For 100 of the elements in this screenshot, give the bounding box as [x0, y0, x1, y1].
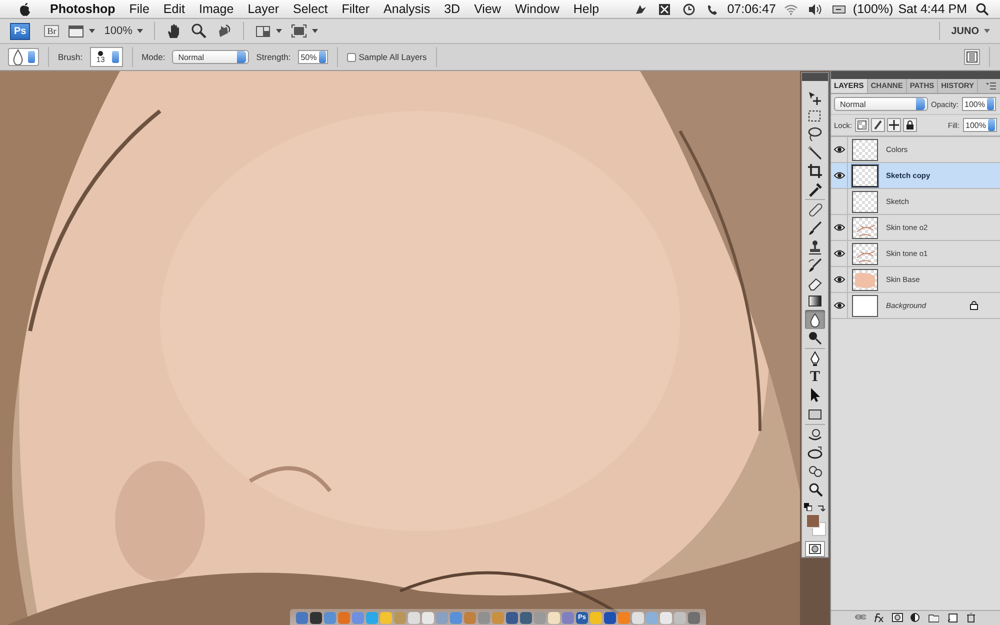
lock-transparency-icon: [856, 120, 867, 130]
panel-menu-icon[interactable]: [986, 82, 996, 90]
menu-item[interactable]: Analysis: [376, 2, 438, 16]
lock-pixels-button[interactable]: [870, 118, 885, 132]
lock-transparency-button[interactable]: [854, 118, 869, 132]
new-layer-icon[interactable]: [946, 613, 958, 623]
default-colors-icon[interactable]: [804, 502, 812, 511]
menu-item[interactable]: Help: [566, 2, 606, 16]
adjustment-icon[interactable]: [910, 613, 921, 623]
visibility-toggle[interactable]: [831, 215, 848, 240]
rotate-icon[interactable]: [216, 23, 232, 39]
clock-icon[interactable]: [682, 2, 696, 16]
mask-icon[interactable]: [892, 613, 903, 623]
menu-item[interactable]: Photoshop: [36, 2, 122, 16]
opacity-field[interactable]: 100%: [962, 97, 996, 111]
box-icon[interactable]: [658, 2, 672, 16]
view-extras-button[interactable]: [68, 24, 96, 38]
screen-mode-icon: [291, 24, 308, 38]
lock-position-button[interactable]: [886, 118, 901, 132]
layer-thumbnail: [852, 190, 878, 212]
tool-button[interactable]: [805, 310, 825, 329]
visibility-toggle[interactable]: [831, 293, 848, 318]
menu-item[interactable]: Filter: [334, 2, 377, 16]
lock-position-icon: [888, 120, 899, 130]
caret-icon: [312, 29, 318, 33]
app-icon[interactable]: [310, 612, 322, 624]
wifi-icon[interactable]: [784, 2, 798, 16]
screen-mode-button[interactable]: [291, 24, 318, 38]
visibility-toggle[interactable]: [831, 163, 848, 188]
search-icon[interactable]: [975, 2, 989, 16]
status-text[interactable]: Sat 4:44 PM: [896, 2, 970, 16]
menu-item[interactable]: Select: [286, 2, 335, 16]
foreground-color-swatch[interactable]: [806, 514, 820, 528]
menu-item[interactable]: Window: [508, 2, 566, 16]
marquee-icon: [807, 108, 823, 124]
visibility-toggle[interactable]: [831, 241, 848, 266]
tool-preset-picker[interactable]: [8, 48, 39, 66]
checkbox[interactable]: [346, 52, 356, 62]
volume-icon[interactable]: [808, 2, 822, 16]
eye-icon: [834, 146, 844, 153]
mask-icon: [809, 544, 821, 554]
stamp-icon: [807, 238, 823, 255]
photoshop-button[interactable]: Ps: [10, 22, 30, 40]
lock-pixels-icon: [872, 120, 883, 130]
arrange-documents-button[interactable]: [255, 24, 282, 38]
swap-arrow-icon[interactable]: [817, 502, 826, 512]
wand-icon: [807, 144, 823, 160]
caret-icon: [276, 29, 282, 33]
eye-icon: [834, 276, 844, 283]
caret-icon: [137, 29, 144, 33]
brush-icon: [807, 220, 823, 236]
folder-icon[interactable]: [928, 613, 940, 623]
app-icon[interactable]: [506, 612, 518, 624]
layer-thumbnail: [852, 294, 878, 316]
status-text[interactable]: 07:06:47: [725, 2, 779, 16]
layer-thumbnail: [852, 164, 878, 186]
app-icon[interactable]: [520, 612, 532, 624]
quick-mask-button[interactable]: [805, 540, 825, 557]
eye-icon: [834, 224, 844, 231]
visibility-toggle[interactable]: [831, 137, 848, 162]
drop-icon: [12, 49, 24, 65]
layout-icon: [255, 24, 272, 38]
trash-icon[interactable]: [965, 613, 976, 623]
crop-icon: [807, 162, 823, 179]
layer-thumbnail: [852, 242, 878, 264]
tool-button[interactable]: T: [805, 368, 825, 386]
apple-icon[interactable]: [19, 2, 31, 16]
blend-mode-dropdown[interactable]: Normal: [834, 97, 928, 111]
strength-label: Strength:: [256, 52, 291, 62]
zoom-icon[interactable]: [191, 23, 208, 39]
history-brush-icon: [807, 256, 823, 273]
3d-orbit-icon: [807, 445, 823, 462]
fill-field[interactable]: 100%: [962, 118, 997, 132]
zoom-level-dropdown[interactable]: 100%: [104, 25, 144, 37]
menu-item[interactable]: 3D: [437, 2, 468, 16]
workspace-switcher[interactable]: JUNO: [951, 26, 990, 36]
menu-item[interactable]: View: [467, 2, 508, 16]
panel-toggle-button[interactable]: [964, 49, 980, 65]
app-icon[interactable]: [604, 612, 616, 624]
bridge-button[interactable]: Br: [44, 25, 60, 37]
layer-thumbnail: [852, 216, 878, 238]
menu-item[interactable]: File: [122, 2, 156, 16]
status-text[interactable]: (100%): [850, 2, 896, 16]
caret-icon: [89, 29, 96, 33]
eye-icon: [834, 250, 844, 257]
fx-icon[interactable]: [873, 613, 884, 623]
visibility-toggle[interactable]: [831, 267, 848, 292]
strength-field[interactable]: 50%: [298, 50, 328, 64]
eye-icon: [834, 302, 844, 309]
tool-button[interactable]: [805, 162, 825, 180]
menu-item[interactable]: Edit: [156, 2, 192, 16]
lock-button[interactable]: [902, 118, 917, 132]
menu-item[interactable]: Layer: [240, 2, 286, 16]
mode-dropdown[interactable]: Normal: [172, 50, 250, 64]
caret-icon: [984, 29, 990, 33]
layer-thumbnail: [852, 268, 878, 290]
checkbox-label[interactable]: Sample All Layers: [358, 52, 427, 62]
menu-item[interactable]: Image: [192, 2, 241, 16]
film-icon: [68, 24, 84, 38]
3d-rotate-icon: [807, 426, 823, 443]
